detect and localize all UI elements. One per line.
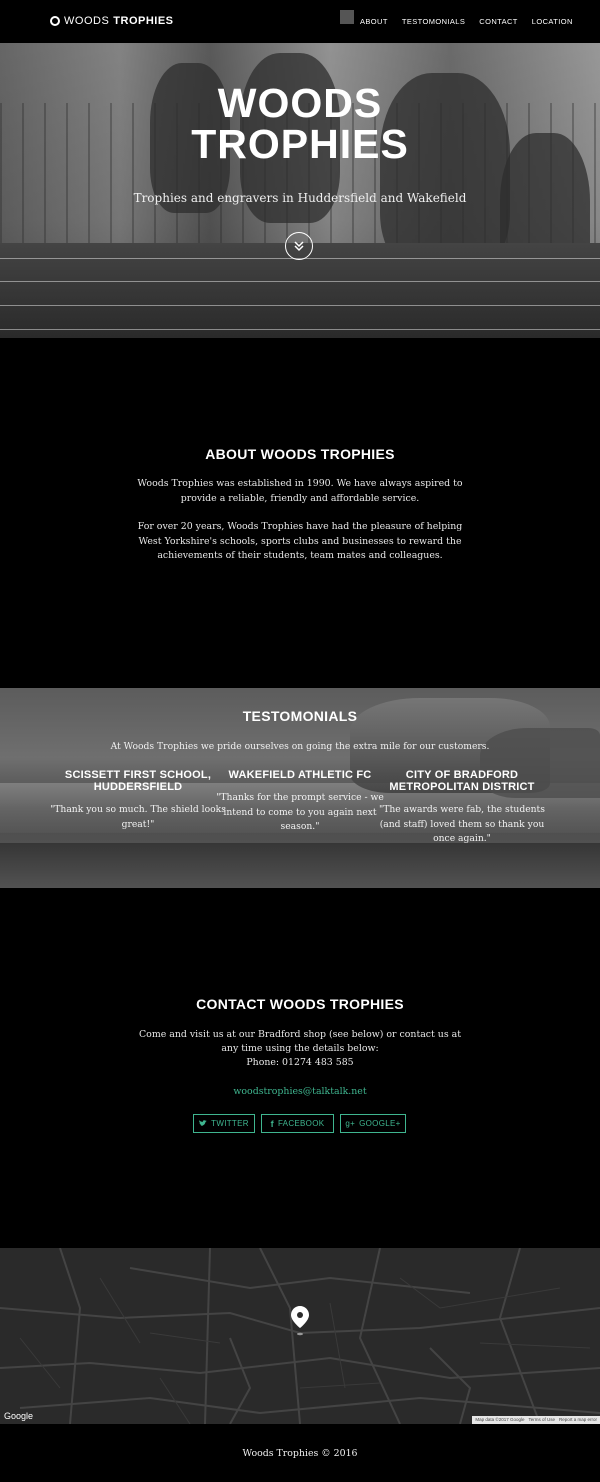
footer-copyright: Woods Trophies © 2016 [242, 1448, 358, 1459]
about-title: ABOUT WOODS TROPHIES [205, 446, 395, 462]
facebook-button[interactable]: f FACEBOOK [261, 1114, 334, 1133]
google-logo: Google [4, 1411, 34, 1421]
testimonial-name: SCISSETT FIRST SCHOOL, HUDDERSFIELD [64, 769, 212, 793]
nav-square-icon [340, 10, 354, 24]
testimonial-name: CITY OF BRADFORD METROPOLITAN DISTRICT [389, 769, 535, 793]
contact-description: Come and visit us at our Bradford shop (… [139, 1029, 461, 1054]
testimonial-card: CITY OF BRADFORD METROPOLITAN DISTRICT "… [372, 769, 552, 847]
nav-links: ABOUT TESTOMONIALS CONTACT LOCATION [360, 17, 573, 26]
testimonial-quote: "Thanks for the prompt service - we inte… [216, 792, 384, 832]
brand-logo[interactable]: WOODS TROPHIES [50, 15, 174, 27]
google-plus-icon: g+ [345, 1119, 356, 1128]
facebook-icon: f [270, 1118, 274, 1129]
testimonial-card: WAKEFIELD ATHLETIC FC "Thanks for the pr… [210, 769, 390, 835]
testimonial-card: SCISSETT FIRST SCHOOL, HUDDERSFIELD "Tha… [48, 769, 228, 832]
nav-link-testimonials[interactable]: TESTOMONIALS [402, 17, 465, 26]
hero-title: WOODS TROPHIES [0, 83, 600, 165]
top-navbar: WOODS TROPHIES ABOUT TESTOMONIALS CONTAC… [0, 0, 600, 43]
twitter-label: TWITTER [211, 1119, 249, 1128]
google-plus-label: GOOGLE+ [359, 1119, 401, 1128]
twitter-icon [199, 1120, 207, 1127]
testimonial-quote: "Thank you so much. The shield looks gre… [50, 804, 226, 830]
contact-text: Come and visit us at our Bradford shop (… [130, 1028, 470, 1070]
hero-section: WOODS TROPHIES Trophies and engravers in… [0, 43, 600, 338]
map-roads [0, 1248, 600, 1424]
testimonial-quote: "The awards were fab, the students (and … [379, 804, 545, 844]
map-data-text: Map data ©2017 Google [475, 1417, 525, 1422]
about-paragraph-2: For over 20 years, Woods Trophies have h… [137, 521, 463, 561]
brand-name-bold: TROPHIES [113, 15, 174, 27]
contact-phone: Phone: 01274 483 585 [246, 1057, 354, 1068]
map-report-link[interactable]: Report a map error [559, 1416, 597, 1424]
brand-circle-icon [50, 16, 60, 26]
testimonial-name: WAKEFIELD ATHLETIC FC [228, 769, 372, 781]
nav-link-location[interactable]: LOCATION [532, 17, 573, 26]
map-terms-link[interactable]: Terms of Use [528, 1416, 555, 1424]
testimonials-intro: At Woods Trophies we pride ourselves on … [110, 741, 490, 752]
double-chevron-down-icon [294, 241, 304, 252]
map-pin-icon[interactable] [291, 1306, 309, 1336]
twitter-button[interactable]: TWITTER [193, 1114, 255, 1133]
scroll-down-button[interactable] [285, 232, 313, 260]
contact-email-link[interactable]: woodstrophies@talktalk.net [0, 1086, 600, 1097]
map-attribution: Map data ©2017 Google Terms of Use Repor… [472, 1416, 600, 1424]
hero-title-line1: WOODS [217, 80, 383, 126]
facebook-label: FACEBOOK [277, 1119, 325, 1128]
about-paragraph-1: Woods Trophies was established in 1990. … [137, 478, 463, 504]
google-plus-button[interactable]: g+ GOOGLE+ [340, 1114, 406, 1133]
nav-link-about[interactable]: ABOUT [360, 17, 388, 26]
hero-title-line2: TROPHIES [191, 121, 409, 167]
location-map[interactable]: Google Map data ©2017 Google Terms of Us… [0, 1248, 600, 1424]
testimonials-section: TESTOMONIALS At Woods Trophies we pride … [0, 688, 600, 888]
hero-subtitle: Trophies and engravers in Huddersfield a… [133, 191, 467, 205]
nav-link-contact[interactable]: CONTACT [479, 17, 518, 26]
testimonials-title: TESTOMONIALS [242, 708, 358, 724]
contact-title: CONTACT WOODS TROPHIES [196, 996, 404, 1012]
testimonials-bg-shore [0, 843, 600, 888]
brand-name-light: WOODS [64, 15, 110, 27]
